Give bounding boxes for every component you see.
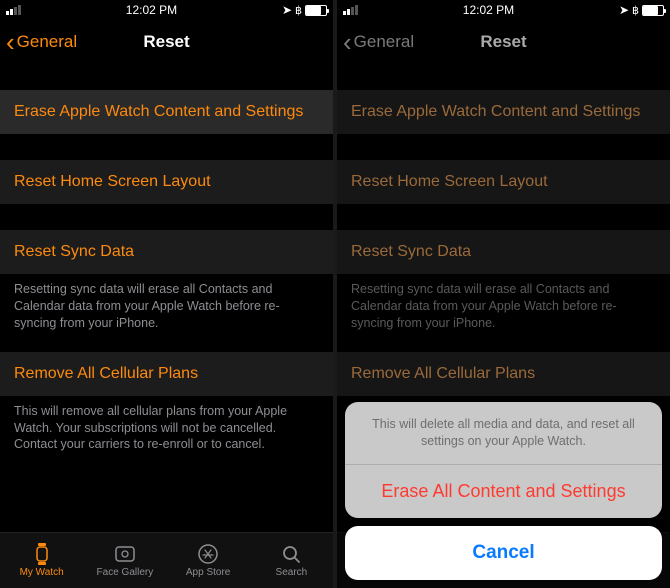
tab-my-watch[interactable]: My Watch [0, 533, 83, 588]
back-label: General [354, 32, 414, 52]
erase-watch-cell: Erase Apple Watch Content and Settings [337, 90, 670, 134]
reset-sync-data-cell: Reset Sync Data [337, 230, 670, 274]
battery-icon [305, 5, 327, 16]
back-button: ‹ General [343, 29, 414, 55]
content: Erase Apple Watch Content and Settings R… [0, 64, 333, 532]
bluetooth-icon: ฿ [632, 4, 639, 17]
reset-sync-data-cell[interactable]: Reset Sync Data [0, 230, 333, 274]
face-gallery-icon [112, 543, 138, 565]
remove-cellular-cell: Remove All Cellular Plans [337, 352, 670, 396]
erase-all-button[interactable]: Erase All Content and Settings [345, 465, 662, 518]
action-sheet-group: This will delete all media and data, and… [345, 402, 662, 518]
chevron-left-icon: ‹ [6, 29, 15, 55]
tab-face-gallery[interactable]: Face Gallery [83, 533, 166, 588]
tab-bar: My Watch Face Gallery App Store Search [0, 532, 333, 588]
search-icon [278, 543, 304, 565]
back-button[interactable]: ‹ General [6, 29, 77, 55]
chevron-left-icon: ‹ [343, 29, 352, 55]
tab-search[interactable]: Search [250, 533, 333, 588]
status-bar: 12:02 PM ➤ ฿ [337, 0, 670, 20]
nav-bar: ‹ General Reset [337, 20, 670, 64]
page-title: Reset [143, 32, 189, 52]
signal-icon [343, 5, 358, 15]
location-icon: ➤ [619, 3, 629, 17]
cancel-button[interactable]: Cancel [345, 526, 662, 580]
status-time: 12:02 PM [126, 3, 177, 17]
tab-label: Search [276, 567, 308, 578]
cellular-footer: This will remove all cellular plans from… [0, 396, 333, 454]
signal-icon [6, 5, 21, 15]
bluetooth-icon: ฿ [295, 4, 302, 17]
nav-bar: ‹ General Reset [0, 20, 333, 64]
watch-icon [29, 543, 55, 565]
status-time: 12:02 PM [463, 3, 514, 17]
app-store-icon [195, 543, 221, 565]
tab-app-store[interactable]: App Store [167, 533, 250, 588]
screenshot-left: 12:02 PM ➤ ฿ ‹ General Reset Erase Apple… [0, 0, 333, 588]
reset-home-layout-cell: Reset Home Screen Layout [337, 160, 670, 204]
tab-label: App Store [186, 567, 230, 578]
tab-label: Face Gallery [97, 567, 154, 578]
erase-watch-cell[interactable]: Erase Apple Watch Content and Settings [0, 90, 333, 134]
page-title: Reset [480, 32, 526, 52]
action-sheet: This will delete all media and data, and… [337, 394, 670, 588]
sync-data-footer: Resetting sync data will erase all Conta… [0, 274, 333, 332]
status-bar: 12:02 PM ➤ ฿ [0, 0, 333, 20]
location-icon: ➤ [282, 3, 292, 17]
tab-label: My Watch [20, 567, 64, 578]
reset-home-layout-cell[interactable]: Reset Home Screen Layout [0, 160, 333, 204]
screenshot-right: 12:02 PM ➤ ฿ ‹ General Reset Erase Apple… [337, 0, 670, 588]
action-sheet-message: This will delete all media and data, and… [345, 402, 662, 464]
sync-data-footer: Resetting sync data will erase all Conta… [337, 274, 670, 332]
remove-cellular-cell[interactable]: Remove All Cellular Plans [0, 352, 333, 396]
battery-icon [642, 5, 664, 16]
back-label: General [17, 32, 77, 52]
